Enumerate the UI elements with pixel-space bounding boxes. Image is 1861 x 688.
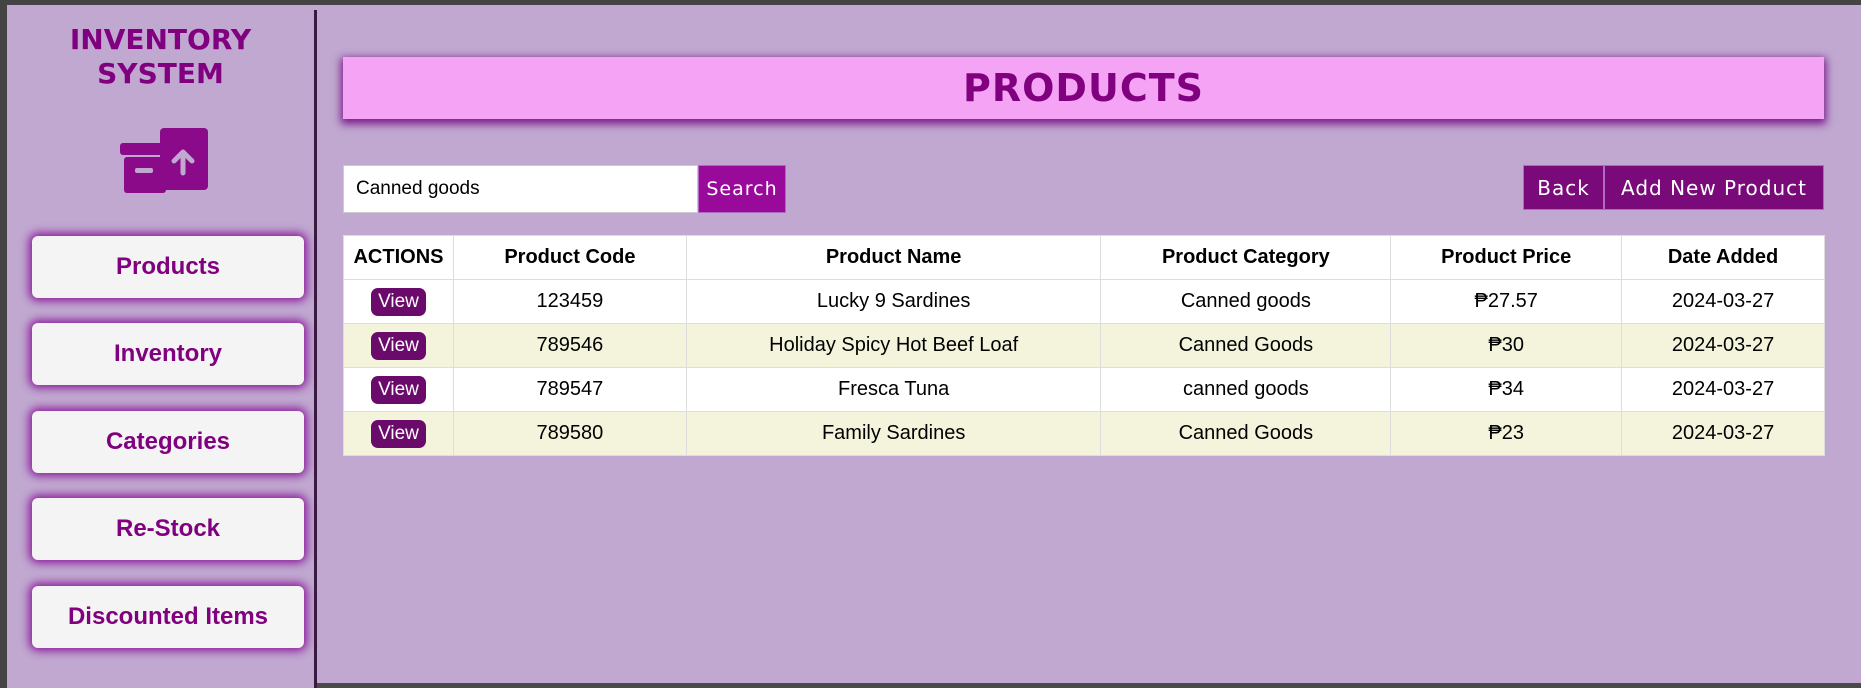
sidebar-item-label: Inventory (113, 340, 223, 367)
product-price-cell: ₱30 (1390, 323, 1623, 368)
table-row: View 789547 Fresca Tuna canned goods ₱34… (343, 367, 1825, 412)
window-edge (0, 5, 7, 688)
column-header-product-name[interactable]: Product Name (685, 235, 1102, 280)
brand-line-1: INVENTORY (69, 23, 252, 56)
search-bar: Search (343, 165, 786, 213)
archive-box-upload-icon (120, 128, 208, 193)
sidebar-item-discounted-items[interactable]: Discounted Items (32, 586, 304, 648)
column-header-date-added[interactable]: Date Added (1621, 235, 1825, 280)
sidebar-item-categories[interactable]: Categories (32, 411, 304, 473)
sidebar-item-label: Re-Stock (115, 515, 221, 542)
column-header-product-code[interactable]: Product Code (452, 235, 687, 280)
date-added-cell: 2024-03-27 (1621, 367, 1825, 412)
product-code-cell: 789546 (452, 323, 687, 368)
date-added-cell: 2024-03-27 (1621, 323, 1825, 368)
table-header-row: ACTIONS Product Code Product Name Produc… (343, 235, 1825, 280)
page-title-bar: PRODUCTS (343, 57, 1824, 119)
actions-cell: View (343, 411, 454, 456)
page-title: PRODUCTS (963, 66, 1204, 110)
brand-line-2: SYSTEM (97, 57, 224, 90)
column-header-product-price[interactable]: Product Price (1390, 235, 1623, 280)
main-content: PRODUCTS Search Back Add New Product ACT… (320, 10, 1861, 688)
table-row: View 789546 Holiday Spicy Hot Beef Loaf … (343, 323, 1825, 368)
sidebar-item-label: Discounted Items (67, 603, 269, 630)
date-added-cell: 2024-03-27 (1621, 279, 1825, 324)
product-name-cell: Family Sardines (685, 411, 1102, 456)
column-header-actions: ACTIONS (343, 235, 454, 280)
view-button[interactable]: View (371, 331, 426, 360)
product-name-cell: Holiday Spicy Hot Beef Loaf (685, 323, 1102, 368)
sidebar-item-label: Products (115, 253, 220, 280)
product-category-cell: Canned goods (1100, 279, 1392, 324)
product-code-cell: 789580 (452, 411, 687, 456)
view-button[interactable]: View (371, 419, 426, 448)
table-row: View 789580 Family Sardines Canned Goods… (343, 411, 1825, 456)
date-added-cell: 2024-03-27 (1621, 411, 1825, 456)
products-table: ACTIONS Product Code Product Name Produc… (343, 235, 1825, 456)
sidebar-item-label: Categories (105, 428, 231, 455)
product-category-cell: Canned Goods (1100, 323, 1392, 368)
brand-title: INVENTORY SYSTEM (7, 23, 314, 91)
sidebar-item-products[interactable]: Products (32, 236, 304, 298)
sidebar-item-inventory[interactable]: Inventory (32, 323, 304, 385)
app-window: INVENTORY SYSTEM Products Inventory Cate… (0, 0, 1861, 688)
actions-cell: View (343, 279, 454, 324)
search-input[interactable] (343, 165, 698, 213)
actions-cell: View (343, 367, 454, 412)
sidebar-item-restock[interactable]: Re-Stock (32, 498, 304, 560)
product-category-cell: canned goods (1100, 367, 1392, 412)
search-button[interactable]: Search (698, 165, 786, 213)
action-buttons: Back Add New Product (1523, 165, 1824, 210)
sidebar: INVENTORY SYSTEM Products Inventory Cate… (7, 10, 317, 688)
column-header-product-category[interactable]: Product Category (1100, 235, 1392, 280)
product-price-cell: ₱34 (1390, 367, 1623, 412)
product-name-cell: Lucky 9 Sardines (685, 279, 1102, 324)
actions-cell: View (343, 323, 454, 368)
view-button[interactable]: View (371, 375, 426, 404)
product-price-cell: ₱23 (1390, 411, 1623, 456)
view-button[interactable]: View (371, 287, 426, 316)
back-button[interactable]: Back (1523, 165, 1604, 210)
add-new-product-button[interactable]: Add New Product (1604, 165, 1824, 210)
product-code-cell: 789547 (452, 367, 687, 412)
table-row: View 123459 Lucky 9 Sardines Canned good… (343, 279, 1825, 324)
product-price-cell: ₱27.57 (1390, 279, 1623, 324)
product-category-cell: Canned Goods (1100, 411, 1392, 456)
product-name-cell: Fresca Tuna (685, 367, 1102, 412)
product-code-cell: 123459 (452, 279, 687, 324)
